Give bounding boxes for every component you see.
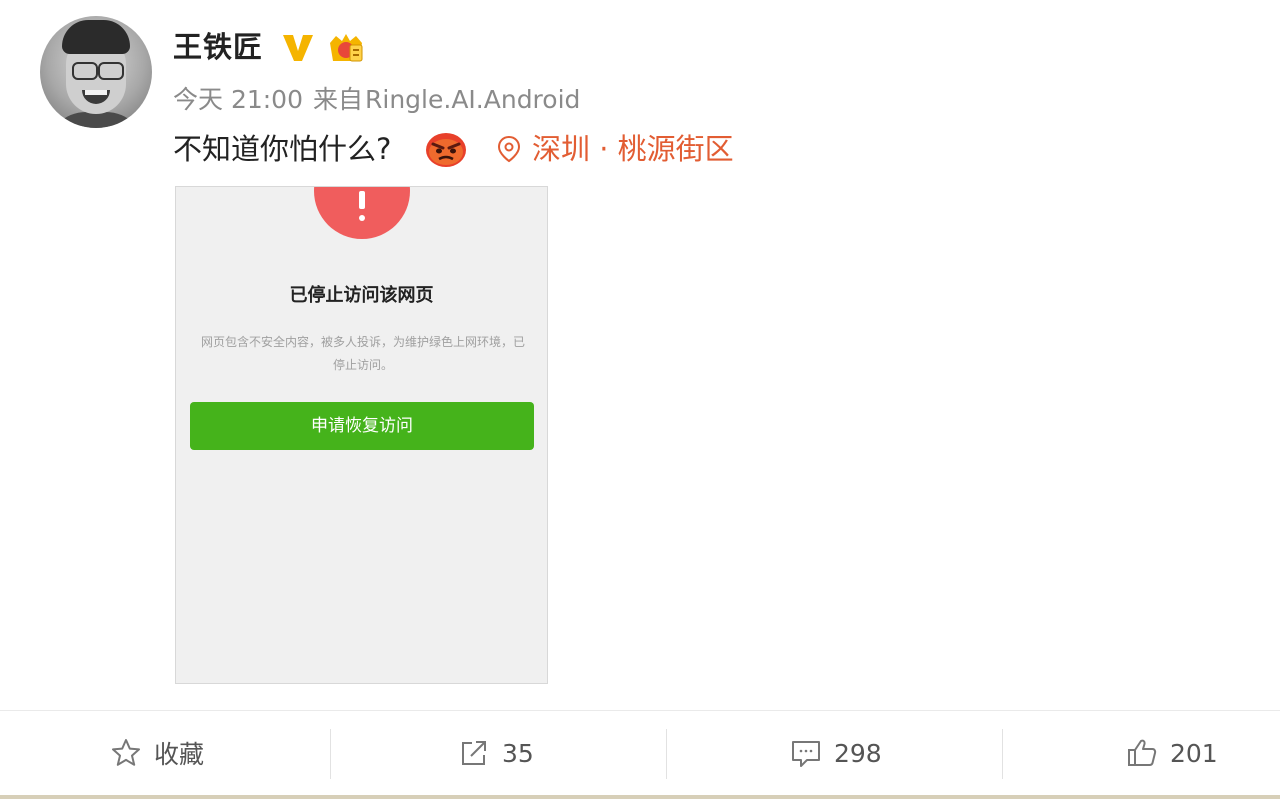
- action-bar: 收藏 35 298 201: [0, 710, 1280, 799]
- comment-icon: [792, 741, 820, 767]
- weibo-post-card: 王铁匠 今天 21:00 来自Ringle.AI.Android 不知道你怕什么?…: [0, 0, 1280, 800]
- angry-face-emoji-icon: [426, 133, 466, 167]
- bottom-border: [0, 795, 1280, 799]
- warning-icon: [314, 187, 410, 239]
- blocked-page-title: 已停止访问该网页: [289, 285, 434, 306]
- warning-icon-dot: [359, 215, 365, 221]
- comment-button[interactable]: 298: [790, 711, 882, 795]
- favorite-button[interactable]: 收藏: [110, 711, 204, 795]
- action-divider: [1002, 729, 1003, 779]
- action-divider: [666, 729, 667, 779]
- star-icon: [112, 739, 140, 766]
- blocked-page-description: 网页包含不安全内容，被多人投诉，为维护绿色上网环境，已停止访问。: [200, 335, 525, 372]
- avatar-glasses-right: [98, 62, 124, 80]
- username[interactable]: 王铁匠: [173, 27, 263, 67]
- repost-button[interactable]: 35: [458, 711, 534, 795]
- avatar-hair: [62, 20, 130, 54]
- post-location[interactable]: 深圳 · 桃源街区: [532, 130, 734, 168]
- comment-count: 298: [834, 738, 882, 768]
- verified-v-icon[interactable]: [281, 32, 315, 64]
- avatar-body: [46, 112, 146, 128]
- post-time[interactable]: 今天 21:00: [173, 85, 303, 114]
- restore-access-button: 申请恢复访问: [190, 402, 534, 450]
- post-meta: 今天 21:00 来自Ringle.AI.Android: [173, 84, 590, 116]
- like-button[interactable]: 201: [1126, 711, 1218, 795]
- post-source[interactable]: Ringle.AI.Android: [365, 85, 580, 114]
- embedded-screenshot[interactable]: 已停止访问该网页 网页包含不安全内容，被多人投诉，为维护绿色上网环境，已停止访问…: [175, 186, 548, 684]
- action-divider: [330, 729, 331, 779]
- avatar-glasses-left: [72, 62, 98, 80]
- warning-icon-bar: [359, 191, 365, 209]
- source-prefix: 来自: [313, 85, 364, 114]
- post-text: 不知道你怕什么?: [173, 132, 392, 166]
- repost-count: 35: [502, 738, 534, 768]
- favorite-label: 收藏: [154, 740, 205, 769]
- share-icon: [462, 741, 486, 765]
- user-avatar[interactable]: [40, 16, 152, 128]
- member-badge-icon[interactable]: [326, 31, 366, 65]
- avatar-teeth: [85, 90, 107, 95]
- like-count: 201: [1170, 738, 1218, 768]
- thumbs-up-icon: [1128, 739, 1157, 766]
- location-pin-icon: [497, 135, 521, 163]
